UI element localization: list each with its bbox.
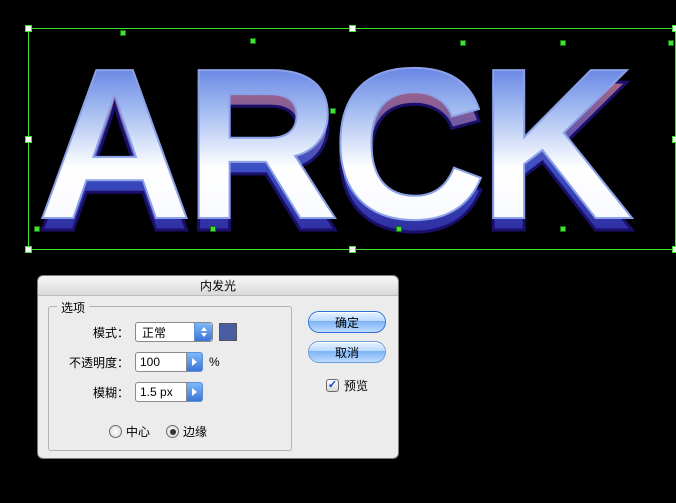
opacity-stepper[interactable]: [187, 352, 203, 372]
anchor-point[interactable]: [330, 108, 336, 114]
mode-value: 正常: [142, 324, 166, 341]
radio-edge[interactable]: 边缘: [166, 423, 207, 440]
radio-center[interactable]: 中心: [109, 423, 150, 440]
dialog-title[interactable]: 内发光: [38, 276, 398, 296]
anchor-point[interactable]: [210, 226, 216, 232]
preview-checkbox[interactable]: 预览: [326, 377, 368, 394]
mode-label: 模式：: [49, 324, 129, 341]
anchor-point[interactable]: [560, 40, 566, 46]
anchor-point[interactable]: [560, 226, 566, 232]
anchor-point[interactable]: [396, 226, 402, 232]
blur-stepper[interactable]: [187, 382, 203, 402]
radio-icon: [166, 425, 179, 438]
options-label: 选项: [57, 299, 89, 316]
opacity-row: 不透明度： %: [49, 351, 291, 373]
artboard[interactable]: ARCK ARCK: [0, 0, 676, 280]
anchor-point[interactable]: [460, 40, 466, 46]
inner-glow-dialog: 内发光 选项 模式： 正常 不透明度： % 模糊：: [37, 275, 399, 459]
radio-icon: [109, 425, 122, 438]
anchor-point[interactable]: [668, 40, 674, 46]
glow-color-swatch[interactable]: [219, 323, 237, 341]
ok-button[interactable]: 确定: [308, 311, 386, 333]
anchor-point[interactable]: [250, 38, 256, 44]
radio-edge-label: 边缘: [183, 423, 207, 440]
percent-suffix: %: [209, 355, 220, 369]
mode-row: 模式： 正常: [49, 321, 291, 343]
blur-row: 模糊：: [49, 381, 291, 403]
mode-select[interactable]: 正常: [135, 322, 213, 342]
radio-center-label: 中心: [126, 423, 150, 440]
opacity-input[interactable]: [135, 352, 187, 372]
anchor-point[interactable]: [34, 226, 40, 232]
options-group: 选项 模式： 正常 不透明度： % 模糊： 中心: [48, 306, 292, 451]
blur-label: 模糊：: [49, 384, 129, 401]
cancel-button[interactable]: 取消: [308, 341, 386, 363]
checkbox-icon: [326, 379, 339, 392]
origin-radios: 中心 边缘: [109, 423, 207, 440]
select-arrows-icon: [194, 323, 212, 341]
preview-label: 预览: [344, 377, 368, 394]
opacity-label: 不透明度：: [49, 354, 129, 371]
blur-input[interactable]: [135, 382, 187, 402]
text-face: ARCK: [37, 23, 633, 264]
anchor-point[interactable]: [120, 30, 126, 36]
text-object[interactable]: ARCK ARCK: [0, 0, 676, 275]
dialog-buttons: 确定 取消 预览: [308, 311, 386, 394]
